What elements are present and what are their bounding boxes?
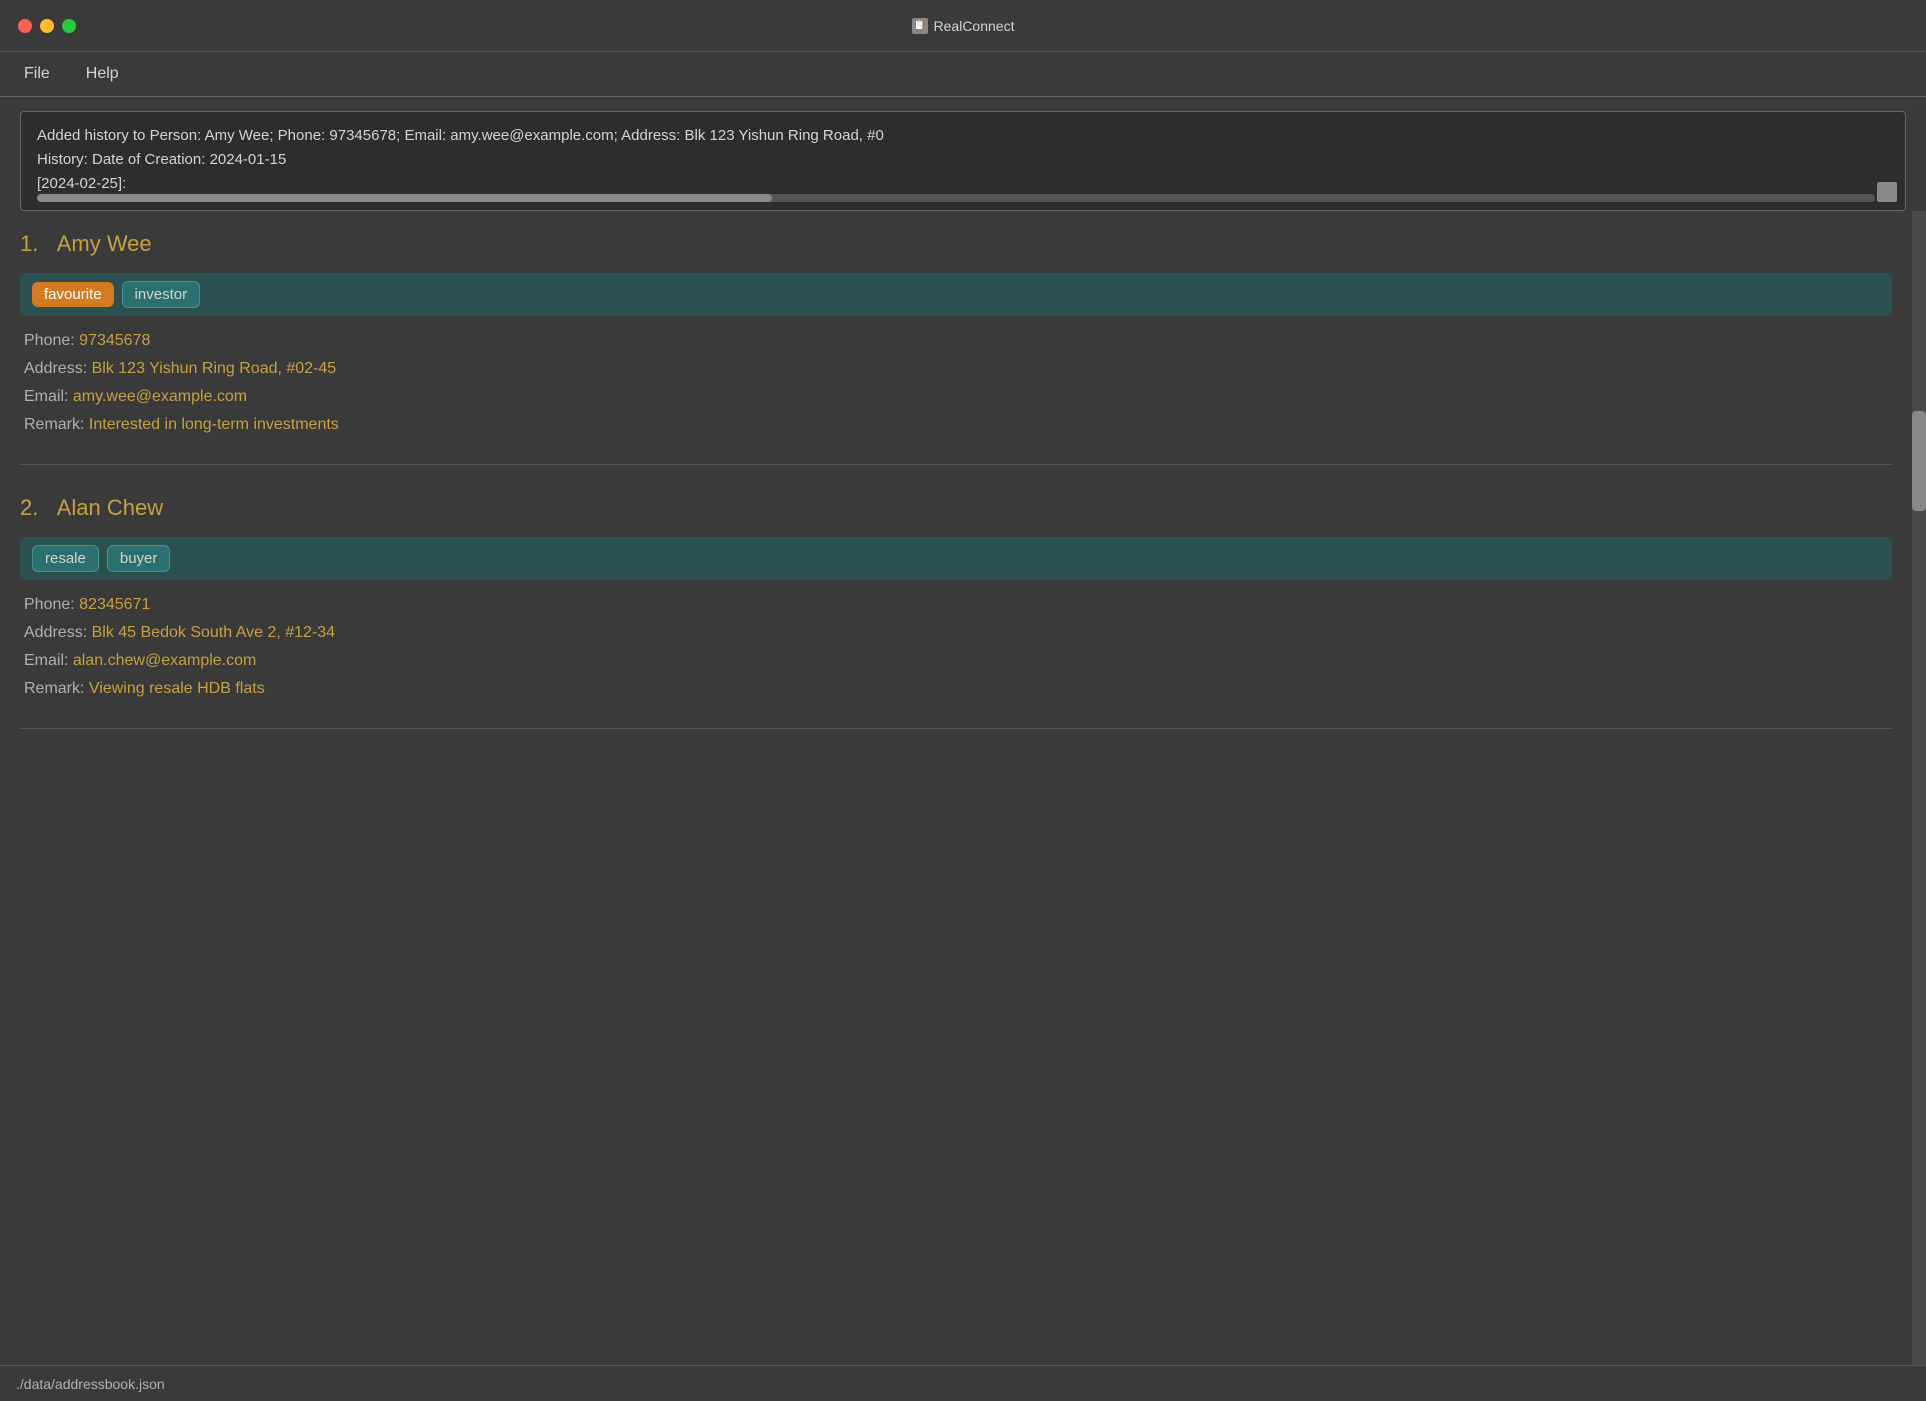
person-1-title: 1. Amy Wee	[20, 231, 1892, 257]
person-1-number: 1.	[20, 231, 38, 256]
person-2-email-value: alan.chew@example.com	[73, 652, 256, 669]
menu-file[interactable]: File	[16, 61, 58, 87]
person-1-name: Amy Wee	[57, 231, 152, 256]
window-title: 📋 RealConnect	[912, 18, 1015, 34]
content-wrapper: 1. Amy Wee favourite investor Phone: 973…	[0, 211, 1926, 1365]
status-bar: ./data/addressbook.json	[0, 1365, 1926, 1401]
close-button[interactable]	[18, 19, 32, 33]
menu-bar: File Help	[0, 52, 1926, 96]
person-1-email-value: amy.wee@example.com	[73, 388, 247, 405]
person-1-address-row: Address: Blk 123 Yishun Ring Road, #02-4…	[20, 360, 1892, 378]
person-2-remark-row: Remark: Viewing resale HDB flats	[20, 680, 1892, 698]
title-bar: 📋 RealConnect	[0, 0, 1926, 52]
person-2-tags-row: resale buyer	[20, 537, 1892, 580]
person-1-phone-value: 97345678	[79, 332, 150, 349]
tag-buyer: buyer	[107, 545, 171, 572]
person-2-name: Alan Chew	[57, 495, 163, 520]
person-1-remark-label: Remark:	[24, 416, 89, 433]
menu-help[interactable]: Help	[78, 61, 127, 87]
command-output[interactable]: Added history to Person: Amy Wee; Phone:…	[20, 111, 1906, 211]
person-2-email-label: Email:	[24, 652, 73, 669]
maximize-button[interactable]	[62, 19, 76, 33]
person-2-number: 2.	[20, 495, 38, 520]
output-scrollbar-thumb[interactable]	[37, 194, 772, 202]
right-scrollbar-thumb[interactable]	[1912, 411, 1926, 511]
person-1-remark-row: Remark: Interested in long-term investme…	[20, 416, 1892, 434]
tag-investor: investor	[122, 281, 201, 308]
command-output-line1: Added history to Person: Amy Wee; Phone:…	[37, 124, 1889, 148]
person-2-phone-label: Phone:	[24, 596, 79, 613]
command-output-line2: History: Date of Creation: 2024-01-15	[37, 148, 1889, 172]
person-1-address-label: Address:	[24, 360, 92, 377]
person-card-amy-wee: 1. Amy Wee favourite investor Phone: 973…	[20, 211, 1892, 465]
person-2-address-value: Blk 45 Bedok South Ave 2, #12-34	[92, 624, 335, 641]
person-2-remark-value: Viewing resale HDB flats	[89, 680, 265, 697]
person-1-phone-row: Phone: 97345678	[20, 332, 1892, 350]
person-2-remark-label: Remark:	[24, 680, 89, 697]
persons-list[interactable]: 1. Amy Wee favourite investor Phone: 973…	[0, 211, 1912, 1365]
app-title: RealConnect	[934, 18, 1015, 34]
person-2-email-row: Email: alan.chew@example.com	[20, 652, 1892, 670]
person-1-email-label: Email:	[24, 388, 73, 405]
person-1-phone-label: Phone:	[24, 332, 79, 349]
person-1-email-row: Email: amy.wee@example.com	[20, 388, 1892, 406]
person-2-title: 2. Alan Chew	[20, 495, 1892, 521]
app-icon: 📋	[912, 18, 928, 34]
tag-favourite: favourite	[32, 282, 114, 307]
output-scroll-button[interactable]	[1877, 182, 1897, 202]
person-2-phone-value: 82345671	[79, 596, 150, 613]
right-scrollbar[interactable]	[1912, 211, 1926, 1365]
output-scrollbar-track[interactable]	[37, 194, 1875, 202]
window-controls[interactable]	[18, 19, 76, 33]
person-2-phone-row: Phone: 82345671	[20, 596, 1892, 614]
person-card-alan-chew: 2. Alan Chew resale buyer Phone: 8234567…	[20, 475, 1892, 729]
person-2-address-row: Address: Blk 45 Bedok South Ave 2, #12-3…	[20, 624, 1892, 642]
person-1-tags-row: favourite investor	[20, 273, 1892, 316]
main-content: Added history to Person: Amy Wee; Phone:…	[0, 97, 1926, 1365]
person-2-address-label: Address:	[24, 624, 92, 641]
person-1-remark-value: Interested in long-term investments	[89, 416, 339, 433]
command-output-line3: [2024-02-25]:	[37, 172, 1889, 196]
tag-resale: resale	[32, 545, 99, 572]
minimize-button[interactable]	[40, 19, 54, 33]
status-bar-text: ./data/addressbook.json	[16, 1376, 165, 1392]
person-1-address-value: Blk 123 Yishun Ring Road, #02-45	[92, 360, 337, 377]
